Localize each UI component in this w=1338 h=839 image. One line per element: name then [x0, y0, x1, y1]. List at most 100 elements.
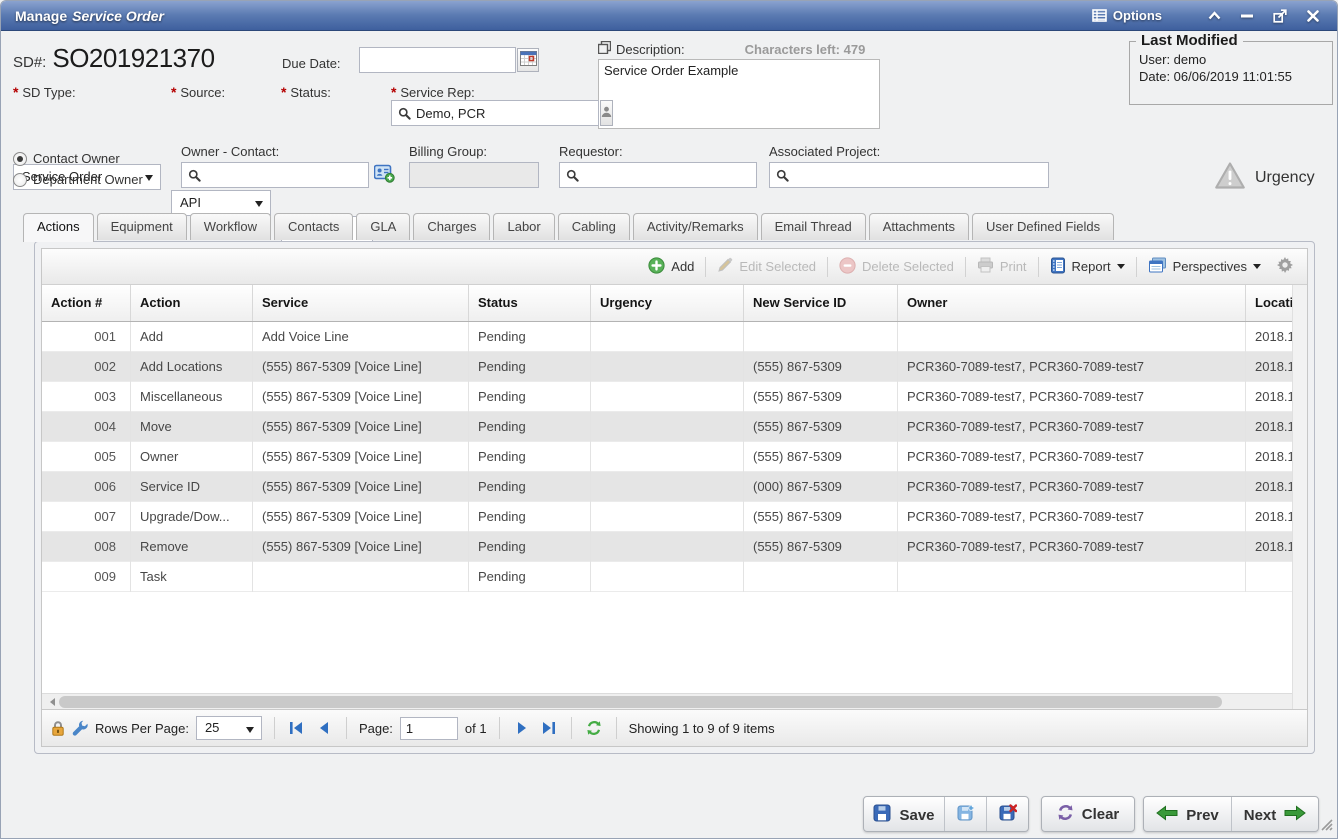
table-row[interactable]: 008Remove(555) 867-5309 [Voice Line]Pend…	[42, 532, 1292, 562]
column-header-urgency[interactable]: Urgency	[591, 285, 744, 321]
wrench-icon[interactable]	[72, 720, 88, 736]
description-head: Description: Characters left: 479	[598, 41, 865, 57]
cell-service: (555) 867-5309 [Voice Line]	[253, 352, 469, 382]
table-row[interactable]: 001AddAdd Voice LinePending2018.1 R	[42, 322, 1292, 352]
due-date-input[interactable]	[366, 53, 509, 68]
save-and-new-button[interactable]	[944, 797, 986, 832]
prev-page-icon[interactable]	[314, 719, 334, 737]
cell-status: Pending	[469, 322, 591, 352]
save-and-close-button[interactable]	[986, 797, 1028, 832]
next-page-icon[interactable]	[512, 719, 532, 737]
radio-department-owner-circle[interactable]	[13, 173, 27, 187]
column-header-service[interactable]: Service	[253, 285, 469, 321]
urgency-indicator[interactable]: Urgency	[1214, 161, 1315, 195]
table-row[interactable]: 002Add Locations(555) 867-5309 [Voice Li…	[42, 352, 1292, 382]
vertical-scrollbar[interactable]	[1292, 285, 1307, 709]
service-rep-field[interactable]	[391, 100, 599, 126]
perspectives-button[interactable]: Perspectives	[1139, 257, 1270, 277]
refresh-icon[interactable]	[584, 719, 604, 737]
next-button[interactable]: Next	[1231, 797, 1318, 832]
last-page-icon[interactable]	[539, 719, 559, 737]
prev-button[interactable]: Prev	[1144, 797, 1231, 832]
delete-selected-button[interactable]: Delete Selected	[830, 257, 963, 277]
service-rep-input[interactable]	[416, 106, 592, 121]
rows-per-page-select[interactable]: 25	[196, 716, 262, 740]
tab-workflow[interactable]: Workflow	[190, 213, 271, 240]
sd-label: SD#:	[13, 54, 46, 71]
page-input[interactable]	[400, 717, 458, 740]
requestor-input[interactable]	[584, 168, 750, 183]
description-textarea[interactable]: Service Order Example	[598, 59, 880, 129]
service-rep-combo	[391, 100, 583, 126]
cell-new-service-id: (000) 867-5309	[744, 472, 898, 502]
billing-group-field	[409, 162, 539, 188]
column-header-action[interactable]: Action	[131, 285, 253, 321]
radio-contact-owner-circle[interactable]	[13, 152, 27, 166]
tab-contacts[interactable]: Contacts	[274, 213, 353, 240]
column-header-status[interactable]: Status	[469, 285, 591, 321]
tab-actions[interactable]: Actions	[23, 213, 94, 242]
grid-footer: Rows Per Page: 25 Page: of 1	[42, 709, 1307, 746]
tab-email-thread[interactable]: Email Thread	[761, 213, 866, 240]
tab-charges[interactable]: Charges	[413, 213, 490, 240]
report-icon	[1050, 257, 1066, 277]
cell-new-service-id: (555) 867-5309	[744, 352, 898, 382]
column-header-location[interactable]: Location	[1246, 285, 1292, 321]
collapse-icon[interactable]	[1206, 9, 1222, 23]
cell-urgency	[591, 412, 744, 442]
add-contact-button[interactable]	[374, 164, 395, 183]
report-button[interactable]: Report	[1041, 257, 1134, 277]
table-row[interactable]: 005Owner(555) 867-5309 [Voice Line]Pendi…	[42, 442, 1292, 472]
table-row[interactable]: 003Miscellaneous(555) 867-5309 [Voice Li…	[42, 382, 1292, 412]
scrollbar-thumb[interactable]	[59, 696, 1222, 708]
table-row[interactable]: 009TaskPending	[42, 562, 1292, 592]
clear-button[interactable]: Clear	[1041, 796, 1135, 832]
minimize-icon[interactable]	[1239, 9, 1255, 23]
cell-action: Upgrade/Dow...	[131, 502, 253, 532]
tab-user-defined-fields[interactable]: User Defined Fields	[972, 213, 1114, 240]
tab-activity-remarks[interactable]: Activity/Remarks	[633, 213, 758, 240]
table-row[interactable]: 007Upgrade/Dow...(555) 867-5309 [Voice L…	[42, 502, 1292, 532]
horizontal-scrollbar[interactable]	[42, 693, 1307, 709]
lock-icon[interactable]	[51, 720, 65, 736]
edit-selected-button[interactable]: Edit Selected	[708, 257, 825, 276]
radio-contact-owner[interactable]: Contact Owner	[13, 151, 120, 166]
first-page-icon[interactable]	[287, 719, 307, 737]
associated-project-field[interactable]	[769, 162, 1049, 188]
close-icon[interactable]	[1305, 9, 1321, 23]
grid-settings-button[interactable]	[1270, 257, 1297, 276]
tab-equipment[interactable]: Equipment	[97, 213, 187, 240]
tab-cabling[interactable]: Cabling	[558, 213, 630, 240]
resize-grip[interactable]	[1319, 817, 1333, 834]
requestor-field[interactable]	[559, 162, 757, 188]
tab-labor[interactable]: Labor	[493, 213, 554, 240]
scroll-left-icon[interactable]	[42, 694, 58, 710]
perspectives-icon	[1148, 257, 1167, 277]
calendar-icon	[520, 51, 537, 69]
requestor-label: Requestor:	[559, 144, 623, 159]
grid-rows: 001AddAdd Voice LinePending2018.1 R002Ad…	[42, 322, 1292, 693]
calendar-button[interactable]	[517, 48, 539, 72]
column-header-owner[interactable]: Owner	[898, 285, 1246, 321]
tab-attachments[interactable]: Attachments	[869, 213, 969, 240]
clear-icon	[1057, 804, 1074, 825]
service-rep-picker-button[interactable]	[600, 100, 613, 126]
radio-department-owner[interactable]: Department Owner	[13, 172, 143, 187]
add-button[interactable]: Add	[639, 257, 703, 277]
column-header-action[interactable]: Action #	[42, 285, 131, 321]
save-button[interactable]: Save	[864, 797, 944, 832]
table-row[interactable]: 004Move(555) 867-5309 [Voice Line]Pendin…	[42, 412, 1292, 442]
table-row[interactable]: 006Service ID(555) 867-5309 [Voice Line]…	[42, 472, 1292, 502]
options-button[interactable]: Options	[1092, 8, 1162, 23]
options-label: Options	[1113, 8, 1162, 23]
owner-contact-field[interactable]	[181, 162, 369, 188]
due-date-field[interactable]	[359, 47, 516, 73]
owner-contact-input[interactable]	[206, 168, 362, 183]
cell-owner	[898, 562, 1246, 592]
associated-project-input[interactable]	[794, 168, 1042, 183]
column-header-new-service-id[interactable]: New Service ID	[744, 285, 898, 321]
popout-icon[interactable]	[1272, 9, 1288, 23]
page-label: Page:	[359, 721, 393, 736]
print-button[interactable]: Print	[968, 257, 1036, 276]
tab-gla[interactable]: GLA	[356, 213, 410, 240]
